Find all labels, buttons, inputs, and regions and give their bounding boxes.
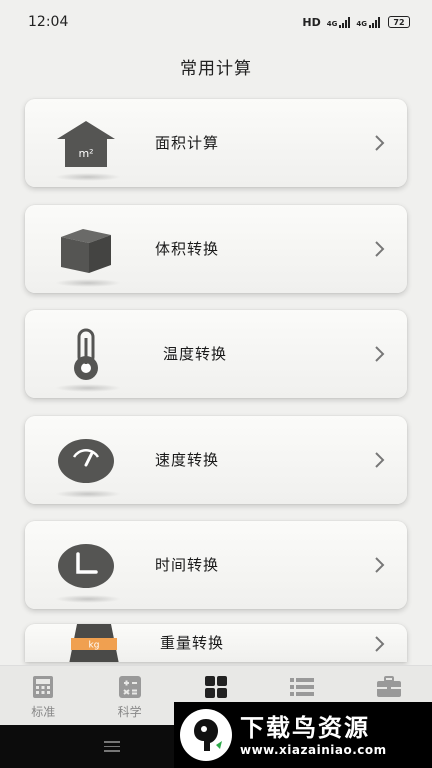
grid-icon [205, 676, 228, 698]
list-icon [290, 678, 315, 696]
signal-icon: 4G [356, 16, 380, 28]
chevron-right-icon [375, 557, 385, 573]
item-label: 速度转换 [155, 451, 220, 469]
item-label: 面积计算 [155, 134, 220, 152]
speedometer-icon [53, 428, 119, 494]
calculator-icon [33, 676, 54, 698]
chevron-right-icon [375, 452, 385, 468]
temperature-convert-item[interactable]: 温度转换 [25, 310, 407, 398]
chevron-right-icon [375, 135, 385, 151]
battery-icon: 72 [388, 16, 410, 28]
signal-icon: 4G [327, 16, 351, 28]
speed-convert-item[interactable]: 速度转换 [25, 416, 407, 504]
scientific-icon [118, 676, 141, 698]
time-convert-item[interactable]: 时间转换 [25, 521, 407, 609]
tab-label: 科学 [117, 705, 142, 719]
watermark-title: 下载鸟资源 [240, 714, 370, 742]
item-label: 体积转换 [155, 240, 220, 258]
status-time: 12:04 [28, 14, 69, 30]
menu-icon[interactable] [104, 741, 120, 753]
page-title: 常用计算 [180, 59, 252, 79]
watermark: 下载鸟资源 www.xiazainiao.com [174, 702, 432, 768]
chevron-right-icon [375, 346, 385, 362]
tab-scientific[interactable]: 科学 [86, 666, 172, 725]
clock-icon [53, 533, 119, 599]
status-icons: HD 4G 4G 72 [302, 16, 410, 29]
item-label: 重量转换 [160, 634, 225, 652]
briefcase-icon [376, 676, 401, 697]
svg-text:kg: kg [89, 641, 100, 651]
status-bar: 12:04 HD 4G 4G 72 [0, 0, 432, 44]
weight-convert-item[interactable]: kg 重量转换 [25, 624, 407, 662]
volume-convert-item[interactable]: 体积转换 [25, 205, 407, 293]
area-calc-item[interactable]: m² 面积计算 [25, 99, 407, 187]
network-label: HD [302, 15, 321, 29]
item-label: 温度转换 [163, 345, 228, 363]
svg-text:m²: m² [78, 147, 93, 160]
tab-label: 标准 [31, 705, 56, 719]
tab-standard[interactable]: 标准 [0, 666, 86, 725]
house-icon: m² [53, 111, 119, 177]
bird-logo-icon [180, 709, 232, 761]
cube-icon [53, 217, 119, 283]
item-label: 时间转换 [155, 556, 220, 574]
watermark-url: www.xiazainiao.com [240, 743, 387, 757]
chevron-right-icon [375, 241, 385, 257]
weight-icon: kg [63, 624, 125, 662]
chevron-right-icon [375, 636, 385, 652]
thermometer-icon [53, 322, 119, 388]
